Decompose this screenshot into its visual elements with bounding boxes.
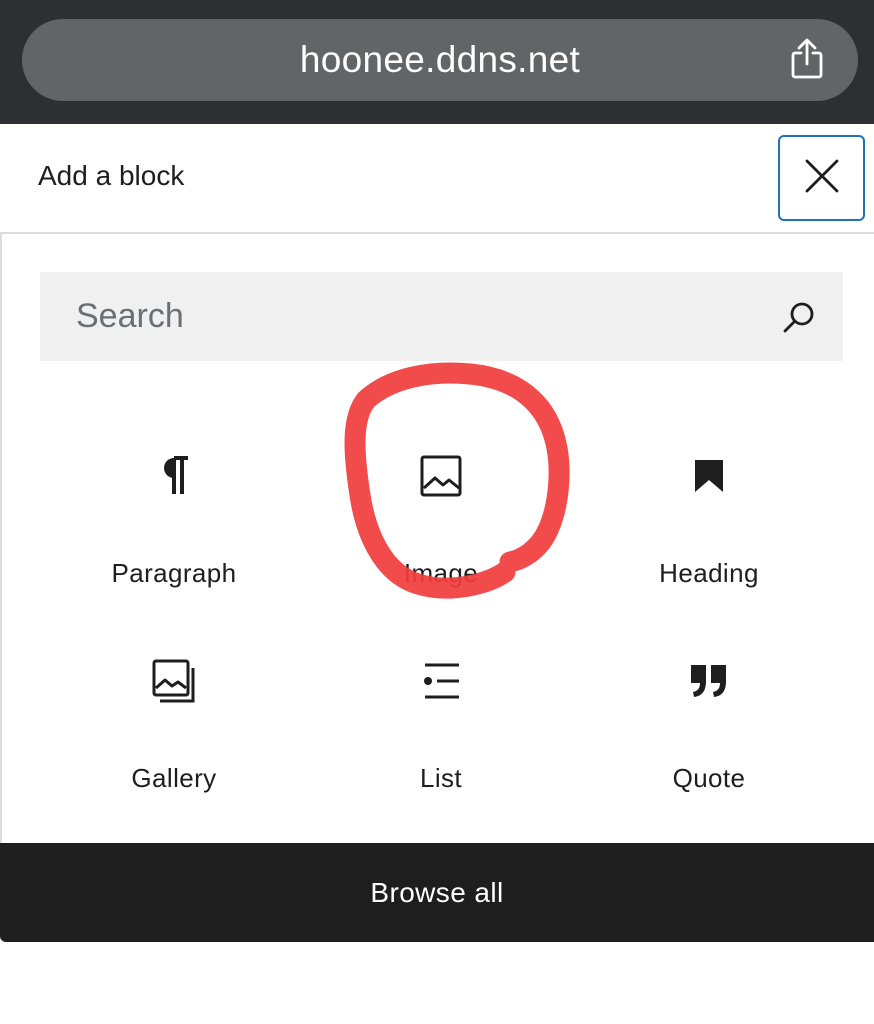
panel-title: Add a block: [38, 160, 185, 191]
gallery-icon: [150, 657, 198, 705]
inserter-header: Add a block: [0, 124, 874, 232]
share-icon: [787, 37, 827, 86]
block-label: Quote: [672, 763, 746, 793]
bookmark-icon: [685, 452, 733, 500]
close-icon: [803, 157, 841, 200]
close-button[interactable]: [778, 135, 865, 221]
block-gallery[interactable]: Gallery: [40, 649, 308, 819]
browser-toolbar: hoonee.ddns.net: [0, 0, 874, 124]
image-icon: [417, 452, 465, 500]
block-paragraph[interactable]: Paragraph: [40, 444, 308, 614]
block-image[interactable]: Image: [307, 444, 575, 614]
quote-icon: [685, 657, 733, 705]
block-label: Gallery: [131, 763, 217, 793]
block-quote[interactable]: Quote: [575, 649, 843, 819]
list-icon: [417, 657, 465, 705]
block-grid: Paragraph Image Heading Gallery List Quo…: [2, 234, 874, 845]
block-label: List: [419, 763, 463, 793]
block-heading[interactable]: Heading: [575, 444, 843, 614]
block-list[interactable]: List: [307, 649, 575, 819]
block-inserter-panel: Paragraph Image Heading: [0, 232, 874, 843]
browse-all-button[interactable]: Browse all: [0, 843, 874, 942]
paragraph-icon: [150, 452, 198, 500]
address-bar[interactable]: hoonee.ddns.net: [22, 19, 858, 101]
url-text: hoonee.ddns.net: [299, 39, 581, 80]
block-label: Paragraph: [111, 558, 237, 588]
block-label: Image: [403, 558, 479, 588]
share-button[interactable]: [786, 37, 828, 86]
browse-all-label: Browse all: [370, 876, 504, 908]
block-label: Heading: [659, 558, 759, 588]
